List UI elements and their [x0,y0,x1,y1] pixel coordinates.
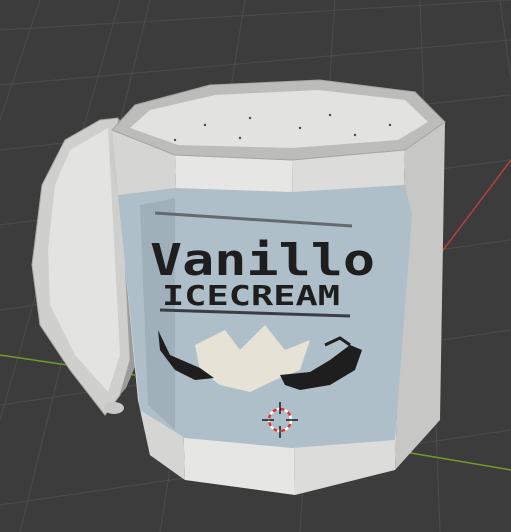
y-axis-line-right [404,451,511,471]
label-subtitle: ICECREAM [162,279,340,312]
3d-viewport[interactable]: Vanillo ICECREAM [0,0,511,532]
viewport-canvas[interactable]: Vanillo ICECREAM [0,0,511,532]
tub-body[interactable]: Vanillo ICECREAM [110,79,446,495]
